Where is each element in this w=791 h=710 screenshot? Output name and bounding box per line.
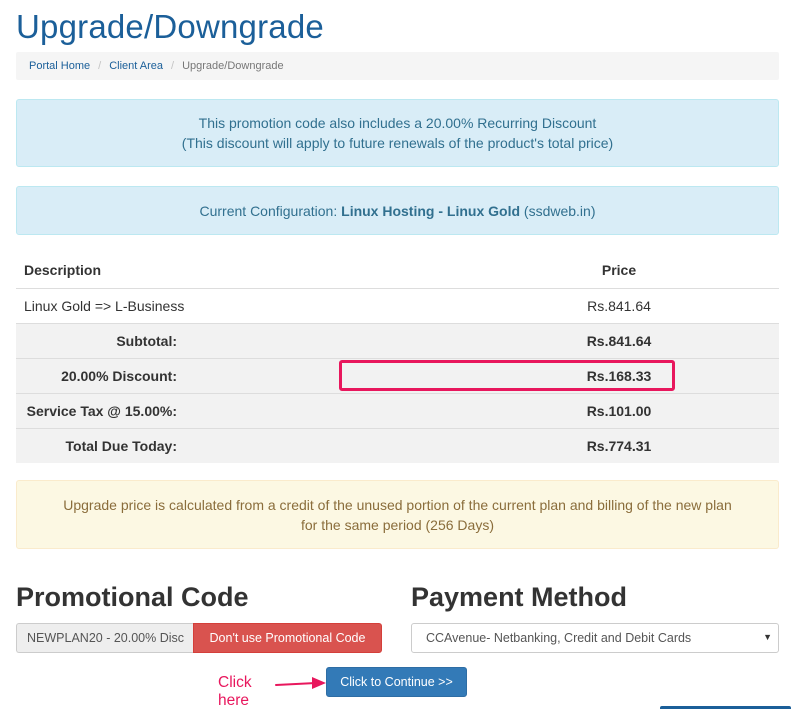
upgrade-price-note: Upgrade price is calculated from a credi…: [16, 480, 779, 549]
upgrade-note-line-2: for the same period (256 Days): [301, 516, 494, 533]
chevron-down-icon: ▼: [763, 632, 772, 642]
service-tax-value: Rs.101.00: [479, 392, 779, 428]
config-prefix: Current Configuration:: [199, 202, 338, 219]
config-product: Linux Hosting - Linux Gold: [341, 202, 521, 219]
upgrade-note-line-1: Upgrade price is calculated from a credi…: [63, 496, 732, 513]
table-header-row: Description Price: [16, 253, 779, 288]
click-here-annotation: Click here: [218, 674, 268, 710]
breadcrumb: Portal Home / Client Area / Upgrade/Down…: [16, 52, 779, 80]
continue-button[interactable]: Click to Continue >>: [326, 667, 467, 697]
discount-value: Rs.168.33: [479, 357, 779, 393]
item-description: Linux Gold => L-Business: [16, 287, 479, 323]
subtotal-value: Rs.841.64: [479, 322, 779, 358]
total-due-value: Rs.774.31: [479, 427, 779, 463]
promo-alert-line-1: This promotion code also includes a 20.0…: [198, 115, 597, 131]
breadcrumb-current: Upgrade/Downgrade: [182, 60, 284, 72]
service-tax-row: Service Tax @ 15.00%: Rs.101.00: [16, 392, 779, 428]
promo-code-input[interactable]: [16, 623, 194, 653]
breadcrumb-portal-home[interactable]: Portal Home: [29, 60, 90, 72]
payment-method-heading: Payment Method: [411, 582, 628, 612]
subtotal-label: Subtotal:: [16, 322, 479, 358]
item-price: Rs.841.64: [479, 287, 779, 323]
current-configuration-alert: Current Configuration: Linux Hosting - L…: [16, 186, 779, 235]
promo-discount-alert: This promotion code also includes a 20.0…: [16, 99, 779, 167]
arrow-right-icon: [275, 677, 326, 689]
breadcrumb-separator: /: [171, 60, 175, 72]
description-header: Description: [24, 262, 102, 279]
payment-method-select[interactable]: CCAvenue- Netbanking, Credit and Debit C…: [411, 623, 779, 653]
upgrade-summary-table: Description Price Linux Gold => L-Busine…: [16, 253, 779, 463]
price-header: Price: [601, 262, 637, 279]
promo-alert-line-2: (This discount will apply to future rene…: [181, 135, 614, 151]
discount-label: 20.00% Discount:: [16, 357, 479, 393]
annotation-line-2: here: [218, 692, 250, 709]
promotional-code-heading: Promotional Code: [16, 582, 249, 612]
remove-promo-button[interactable]: Don't use Promotional Code: [193, 623, 382, 653]
total-due-label: Total Due Today:: [16, 427, 479, 463]
service-tax-label: Service Tax @ 15.00%:: [16, 392, 479, 428]
total-due-row: Total Due Today: Rs.774.31: [16, 427, 779, 463]
discount-row: 20.00% Discount: Rs.168.33: [16, 357, 779, 393]
breadcrumb-client-area[interactable]: Client Area: [109, 60, 163, 72]
subtotal-row: Subtotal: Rs.841.64: [16, 322, 779, 358]
table-row: Linux Gold => L-Business Rs.841.64: [16, 287, 779, 323]
annotation-line-1: Click: [218, 674, 252, 691]
config-domain: (ssdweb.in): [523, 202, 596, 219]
breadcrumb-separator: /: [98, 60, 102, 72]
payment-method-selected: CCAvenue- Netbanking, Credit and Debit C…: [426, 631, 692, 645]
page-title: Upgrade/Downgrade: [16, 8, 324, 45]
